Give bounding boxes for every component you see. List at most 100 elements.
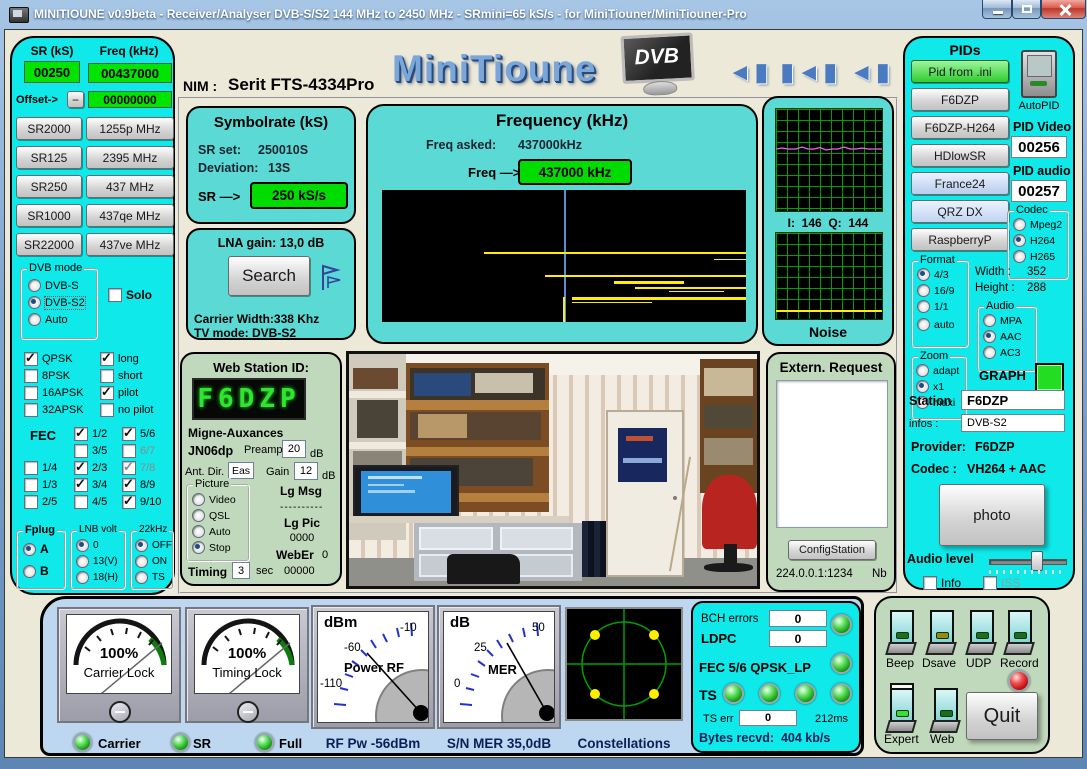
checkbox-long[interactable]: long <box>100 352 139 366</box>
checkbox-fec-1-4[interactable]: 1/4 <box>24 461 57 475</box>
expert-switch[interactable] <box>888 686 914 732</box>
checkbox-8psk[interactable]: 8PSK <box>24 369 70 383</box>
preset-sr2000-button[interactable]: SR2000 <box>16 117 82 140</box>
checkbox-qpsk[interactable]: QPSK <box>24 352 73 366</box>
radio-format-43[interactable]: 4/3 <box>917 268 949 281</box>
checkbox-fec-7-8[interactable]: 7/8 <box>122 461 155 475</box>
checkbox-16apsk[interactable]: 16APSK <box>24 386 84 400</box>
radio-audio-ac3[interactable]: AC3 <box>983 346 1020 359</box>
radio-fplug-a[interactable]: A <box>23 542 49 556</box>
preset-437-button[interactable]: 437 MHz <box>86 175 174 198</box>
offset-minus-button[interactable]: − <box>67 91 84 108</box>
antdir-input[interactable]: Eas <box>228 462 254 479</box>
pid-f6dzp-h264-button[interactable]: F6DZP-H264 <box>911 116 1009 139</box>
close-button[interactable] <box>1041 0 1086 19</box>
checkbox-32apsk[interactable]: 32APSK <box>24 403 84 417</box>
radio-audio-aac[interactable]: AAC <box>983 330 1022 343</box>
radio-format-11[interactable]: 1/1 <box>917 300 949 313</box>
extern-request-list[interactable] <box>776 380 888 528</box>
infos-input[interactable]: DVB-S2 <box>961 414 1065 432</box>
radio-picture-video[interactable]: Video <box>192 493 236 506</box>
preset-sr125-button[interactable]: SR125 <box>16 146 82 169</box>
preset-sr1000-button[interactable]: SR1000 <box>16 204 82 227</box>
checkbox-fec-1-3[interactable]: 1/3 <box>24 478 57 492</box>
checkbox-fec-6-7[interactable]: 6/7 <box>122 444 155 458</box>
radio-zoom-adapt[interactable]: adapt <box>916 364 959 377</box>
pid-audio-value[interactable]: 00257 <box>1011 180 1067 202</box>
radio-format-169[interactable]: 16/9 <box>917 284 954 297</box>
pid-qrzdx-button[interactable]: QRZ DX <box>911 200 1009 223</box>
quit-button[interactable]: Quit <box>966 692 1038 740</box>
radio-zoom-x1[interactable]: x1 <box>916 380 944 393</box>
preset-1255p-button[interactable]: 1255p MHz <box>86 117 174 140</box>
radio-picture-auto[interactable]: Auto <box>192 525 231 538</box>
preset-sr22000-button[interactable]: SR22000 <box>16 233 82 256</box>
radio-format-auto[interactable]: auto <box>917 318 954 331</box>
web-switch[interactable] <box>932 686 958 732</box>
solo-checkbox[interactable]: Solo <box>108 288 152 302</box>
iss-checkbox[interactable]: ISS <box>983 576 1020 590</box>
checkbox-fec-9-10[interactable]: 9/10 <box>122 495 161 509</box>
audio-level-slider[interactable] <box>989 550 1065 572</box>
timing-input[interactable]: 3 <box>232 562 250 579</box>
radio-picture-stop[interactable]: Stop <box>192 541 231 554</box>
radio-audio-mpa[interactable]: MPA <box>983 314 1022 327</box>
checkbox-fec-5-6[interactable]: 5/6 <box>122 427 155 441</box>
search-button[interactable]: Search <box>228 256 310 296</box>
radio-dvb-s2[interactable]: DVB-S2 <box>28 296 85 309</box>
radio-lnb-13v[interactable]: 13(V) <box>76 555 117 568</box>
pid-from-ini-button[interactable]: Pid from .ini <box>911 60 1009 83</box>
radio-22khz-on[interactable]: ON <box>135 555 167 568</box>
checkbox-fec-2-5[interactable]: 2/5 <box>24 495 57 509</box>
checkbox-pilot[interactable]: pilot <box>100 386 138 400</box>
checkbox-short[interactable]: short <box>100 369 142 383</box>
radio-lnb-18h[interactable]: 18(H) <box>76 571 118 584</box>
maximize-button[interactable] <box>1012 0 1041 19</box>
checkbox-fec-3-5[interactable]: 3/5 <box>74 444 107 458</box>
radio-22khz-off[interactable]: OFF <box>135 539 172 552</box>
spectrum-display <box>382 190 746 322</box>
record-switch[interactable] <box>1006 608 1032 654</box>
graph-button[interactable] <box>1035 363 1064 392</box>
slider-track[interactable] <box>989 559 1067 565</box>
gain-input[interactable]: 12 <box>294 462 318 480</box>
preset-437ve-button[interactable]: 437ve MHz <box>86 233 174 256</box>
minimize-button[interactable] <box>982 0 1012 19</box>
radio-lnb-0[interactable]: 0 <box>76 539 99 552</box>
radio-picture-qsl[interactable]: QSL <box>192 509 230 522</box>
preset-2395-button[interactable]: 2395 MHz <box>86 146 174 169</box>
checkbox-fec-3-4[interactable]: 3/4 <box>74 478 107 492</box>
radio-codec-h265[interactable]: H265 <box>1013 250 1055 263</box>
radio-dvb-auto[interactable]: Auto <box>28 313 68 326</box>
pid-video-value[interactable]: 00256 <box>1011 136 1067 158</box>
slider-thumb[interactable] <box>1031 551 1043 571</box>
station-input[interactable]: F6DZP <box>961 390 1065 410</box>
pid-raspberryp-button[interactable]: RaspberryP <box>911 228 1009 251</box>
pid-france24-button[interactable]: France24 <box>911 172 1009 195</box>
pids-title: PIDs <box>935 42 995 58</box>
checkbox-fec-8-9[interactable]: 8/9 <box>122 478 155 492</box>
preamp-input[interactable]: 20 <box>282 440 306 458</box>
radio-codec-mpeg2[interactable]: Mpeg2 <box>1013 218 1062 231</box>
preset-sr250-button[interactable]: SR250 <box>16 175 82 198</box>
pid-hdlowsr-button[interactable]: HDlowSR <box>911 144 1009 167</box>
sr-input[interactable]: 00250 <box>24 61 80 83</box>
checkbox-fec-4-5[interactable]: 4/5 <box>74 495 107 509</box>
radio-dvb-s[interactable]: DVB-S <box>28 279 79 292</box>
udp-switch[interactable] <box>968 608 994 654</box>
photo-button[interactable]: photo <box>939 484 1045 546</box>
radio-fplug-b[interactable]: B <box>23 564 49 578</box>
preset-437qe-button[interactable]: 437qe MHz <box>86 204 174 227</box>
beep-switch[interactable] <box>888 608 914 654</box>
radio-22khz-ts[interactable]: TS <box>135 571 165 584</box>
info-checkbox[interactable]: Info <box>923 576 961 590</box>
radio-codec-h264[interactable]: H264 <box>1013 234 1055 247</box>
dsave-switch[interactable] <box>928 608 954 654</box>
config-station-button[interactable]: ConfigStation <box>788 540 876 560</box>
freq-input[interactable]: 00437000 <box>88 63 172 83</box>
checkbox-fec-2-3[interactable]: 2/3 <box>74 461 107 475</box>
checkbox-nopilot[interactable]: no pilot <box>100 403 153 417</box>
pid-f6dzp-button[interactable]: F6DZP <box>911 88 1009 111</box>
checkbox-fec-1-2[interactable]: 1/2 <box>74 427 107 441</box>
offset-input[interactable]: 00000000 <box>88 91 172 108</box>
